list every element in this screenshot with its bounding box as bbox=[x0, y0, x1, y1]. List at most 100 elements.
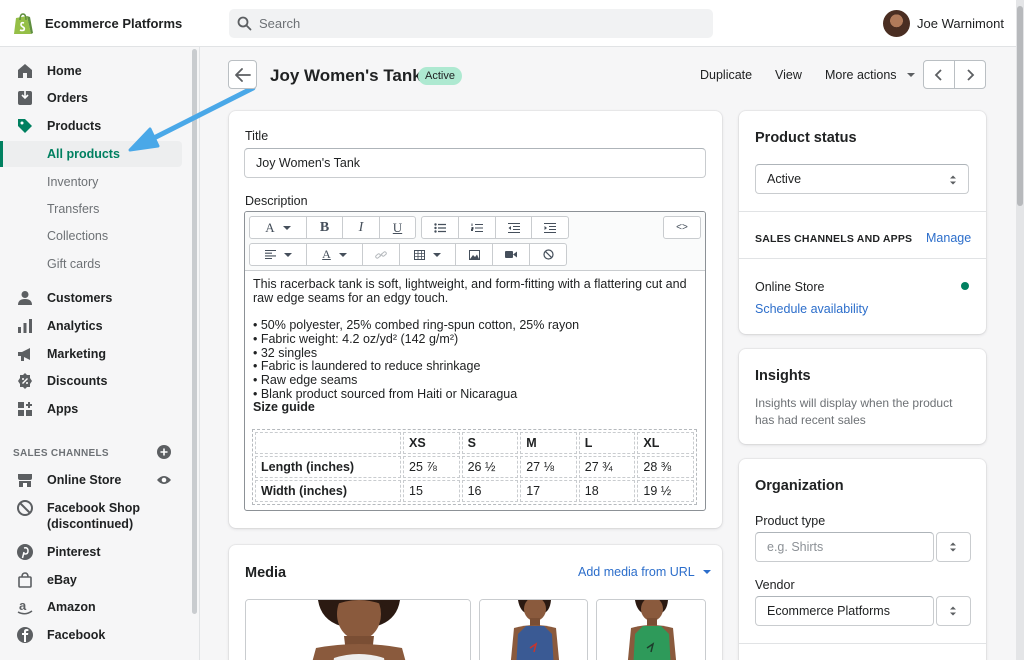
sidebar-subitem-inventory[interactable]: Inventory bbox=[0, 169, 182, 195]
blocked-icon bbox=[17, 500, 33, 516]
indent-icon bbox=[544, 222, 556, 233]
manage-channels-link[interactable]: Manage bbox=[926, 231, 971, 245]
sidebar-item-label: Facebook Shop (discontinued) bbox=[47, 500, 140, 532]
previous-product-button[interactable] bbox=[924, 61, 954, 88]
clear-formatting-button[interactable] bbox=[529, 244, 566, 265]
sidebar-item-customers[interactable]: Customers bbox=[0, 285, 185, 311]
sidebar-item-label: Discounts bbox=[47, 374, 108, 388]
bold-button[interactable]: B bbox=[306, 217, 342, 238]
outdent-button[interactable] bbox=[495, 217, 531, 238]
caret-down-icon bbox=[283, 252, 292, 257]
page-scrollbar[interactable] bbox=[1016, 0, 1024, 660]
sidebar-channel-ebay[interactable]: eBay bbox=[0, 567, 185, 593]
add-media-from-url-button[interactable]: Add media from URL bbox=[578, 565, 711, 579]
title-input[interactable]: Joy Women's Tank bbox=[244, 148, 706, 178]
orders-icon bbox=[18, 91, 32, 105]
sidebar-item-apps[interactable]: Apps bbox=[0, 396, 185, 422]
person-icon bbox=[18, 291, 32, 305]
view-button[interactable]: View bbox=[775, 68, 802, 82]
media-image-featured[interactable] bbox=[245, 599, 471, 660]
shopify-logo-icon[interactable] bbox=[12, 12, 34, 36]
sidebar-item-analytics[interactable]: Analytics bbox=[0, 313, 185, 339]
table-cell: M bbox=[520, 432, 577, 454]
page-scrollbar-thumb[interactable] bbox=[1017, 6, 1023, 206]
numbered-list-icon bbox=[471, 223, 483, 232]
table-cell: 16 bbox=[461, 480, 519, 502]
vendor-select-button[interactable] bbox=[936, 596, 971, 626]
list-group bbox=[421, 216, 569, 239]
product-status-title: Product status bbox=[755, 130, 857, 146]
status-badge: Active bbox=[418, 67, 462, 85]
user-name[interactable]: Joe Warnimont bbox=[917, 16, 1004, 31]
size-guide-table[interactable]: XS S M L XL Length (inches) 25 ⅞ 26 ½ 27… bbox=[252, 429, 697, 505]
more-actions-button[interactable]: More actions bbox=[825, 68, 916, 82]
sidebar-subitem-label: Transfers bbox=[47, 202, 100, 216]
discount-icon bbox=[18, 373, 32, 389]
next-product-button[interactable] bbox=[954, 61, 985, 88]
search-bar[interactable]: Search bbox=[229, 9, 713, 38]
table-cell: 27 ¾ bbox=[578, 456, 636, 478]
insert-link-button[interactable] bbox=[362, 244, 399, 265]
paragraph-group: A bbox=[249, 243, 567, 266]
sidebar-subitem-gift-cards[interactable]: Gift cards bbox=[0, 251, 182, 277]
sidebar-channel-facebook-shop[interactable]: Facebook Shop (discontinued) bbox=[0, 495, 185, 533]
sidebar-channel-pinterest[interactable]: Pinterest bbox=[0, 539, 185, 565]
media-image-blue[interactable] bbox=[479, 599, 588, 660]
bullet-list-button[interactable] bbox=[422, 217, 458, 238]
product-type-select-button[interactable] bbox=[936, 532, 971, 562]
sidebar-channel-facebook[interactable]: Facebook bbox=[0, 622, 185, 648]
caret-down-icon bbox=[282, 225, 291, 230]
search-input[interactable]: Search bbox=[259, 16, 300, 31]
eye-icon[interactable] bbox=[156, 474, 172, 486]
insert-table-dropdown[interactable] bbox=[399, 244, 455, 265]
underline-button[interactable]: U bbox=[379, 217, 415, 238]
alignment-dropdown[interactable] bbox=[250, 244, 306, 265]
indent-button[interactable] bbox=[531, 217, 568, 238]
italic-button[interactable]: I bbox=[342, 217, 379, 238]
table-cell: XL bbox=[637, 432, 694, 454]
description-text-area[interactable]: This racerback tank is soft, lightweight… bbox=[253, 277, 697, 415]
table-icon bbox=[414, 249, 425, 260]
media-title: Media bbox=[245, 565, 287, 581]
insert-video-button[interactable] bbox=[492, 244, 529, 265]
code-view-button[interactable]: <> bbox=[664, 217, 700, 238]
back-button[interactable] bbox=[228, 60, 257, 89]
caret-down-icon bbox=[702, 570, 711, 574]
table-cell: XS bbox=[403, 432, 460, 454]
sidebar-channel-amazon[interactable]: a Amazon bbox=[0, 594, 185, 620]
numbered-list-button[interactable] bbox=[458, 217, 495, 238]
avatar[interactable] bbox=[883, 10, 910, 37]
facebook-icon bbox=[17, 627, 33, 643]
sidebar-subitem-transfers[interactable]: Transfers bbox=[0, 196, 182, 222]
svg-text:a: a bbox=[19, 598, 27, 613]
product-status-select[interactable]: Active bbox=[755, 164, 969, 194]
sidebar-item-label: Amazon bbox=[47, 600, 96, 614]
sidebar-item-label: Customers bbox=[47, 291, 113, 305]
sidebar-subitem-collections[interactable]: Collections bbox=[0, 223, 182, 249]
outdent-icon bbox=[507, 222, 520, 233]
vendor-input[interactable]: Ecommerce Platforms bbox=[755, 596, 934, 626]
insights-text: Insights will display when the product h… bbox=[755, 396, 953, 427]
home-icon bbox=[18, 64, 32, 78]
divider bbox=[739, 211, 986, 212]
clear-formatting-icon bbox=[542, 249, 554, 260]
product-pager bbox=[923, 60, 986, 89]
chevron-left-icon bbox=[934, 69, 942, 81]
schedule-availability-link[interactable]: Schedule availability bbox=[755, 302, 868, 316]
sidebar-item-label: Facebook bbox=[47, 628, 106, 642]
chevron-right-icon bbox=[967, 69, 975, 81]
sidebar-item-discounts[interactable]: Discounts bbox=[0, 368, 185, 394]
app-window: Ecommerce Platforms Search Joe Warnimont… bbox=[0, 0, 1016, 660]
add-channel-icon[interactable] bbox=[157, 445, 171, 459]
product-type-input[interactable]: e.g. Shirts bbox=[755, 532, 934, 562]
duplicate-button[interactable]: Duplicate bbox=[700, 68, 752, 82]
font-style-dropdown[interactable]: A bbox=[250, 217, 306, 238]
caret-down-icon bbox=[907, 73, 916, 77]
store-name[interactable]: Ecommerce Platforms bbox=[45, 16, 182, 31]
text-color-dropdown[interactable]: A bbox=[306, 244, 362, 265]
arrow-left-icon bbox=[235, 68, 251, 82]
insert-image-button[interactable] bbox=[455, 244, 492, 265]
sidebar-item-marketing[interactable]: Marketing bbox=[0, 341, 185, 367]
media-image-green[interactable] bbox=[596, 599, 706, 660]
table-cell: 15 bbox=[403, 480, 460, 502]
